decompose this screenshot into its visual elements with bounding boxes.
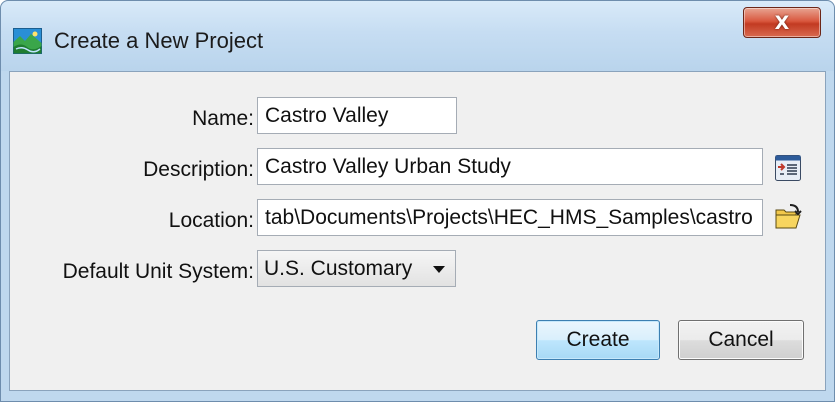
- unit-system-select[interactable]: U.S. Customary: [257, 250, 456, 287]
- unit-system-value: U.S. Customary: [264, 257, 413, 280]
- cancel-button[interactable]: Cancel: [678, 320, 804, 360]
- unit-system-label: Default Unit System:: [62, 260, 254, 283]
- window-title: Create a New Project: [54, 28, 264, 53]
- title-bar[interactable]: Create a New Project X: [1, 1, 834, 71]
- dialog-content: Name: Castro Valley Description: Castro …: [9, 71, 826, 391]
- description-label: Description:: [143, 158, 254, 181]
- app-icon: [13, 28, 42, 54]
- name-field[interactable]: Castro Valley: [257, 97, 457, 134]
- close-icon: X: [774, 11, 790, 34]
- create-button[interactable]: Create: [536, 320, 660, 360]
- location-field[interactable]: tab\Documents\Projects\HEC_HMS_Samples\c…: [257, 199, 763, 236]
- name-label: Name:: [192, 107, 254, 130]
- close-button[interactable]: X: [743, 7, 821, 38]
- dialog-window: Create a New Project X Name: Castro Vall…: [0, 0, 835, 402]
- description-editor-icon[interactable]: [774, 154, 802, 182]
- open-folder-icon[interactable]: [774, 203, 802, 231]
- description-field[interactable]: Castro Valley Urban Study: [257, 148, 763, 185]
- location-label: Location:: [168, 209, 254, 232]
- chevron-down-icon: [433, 266, 445, 273]
